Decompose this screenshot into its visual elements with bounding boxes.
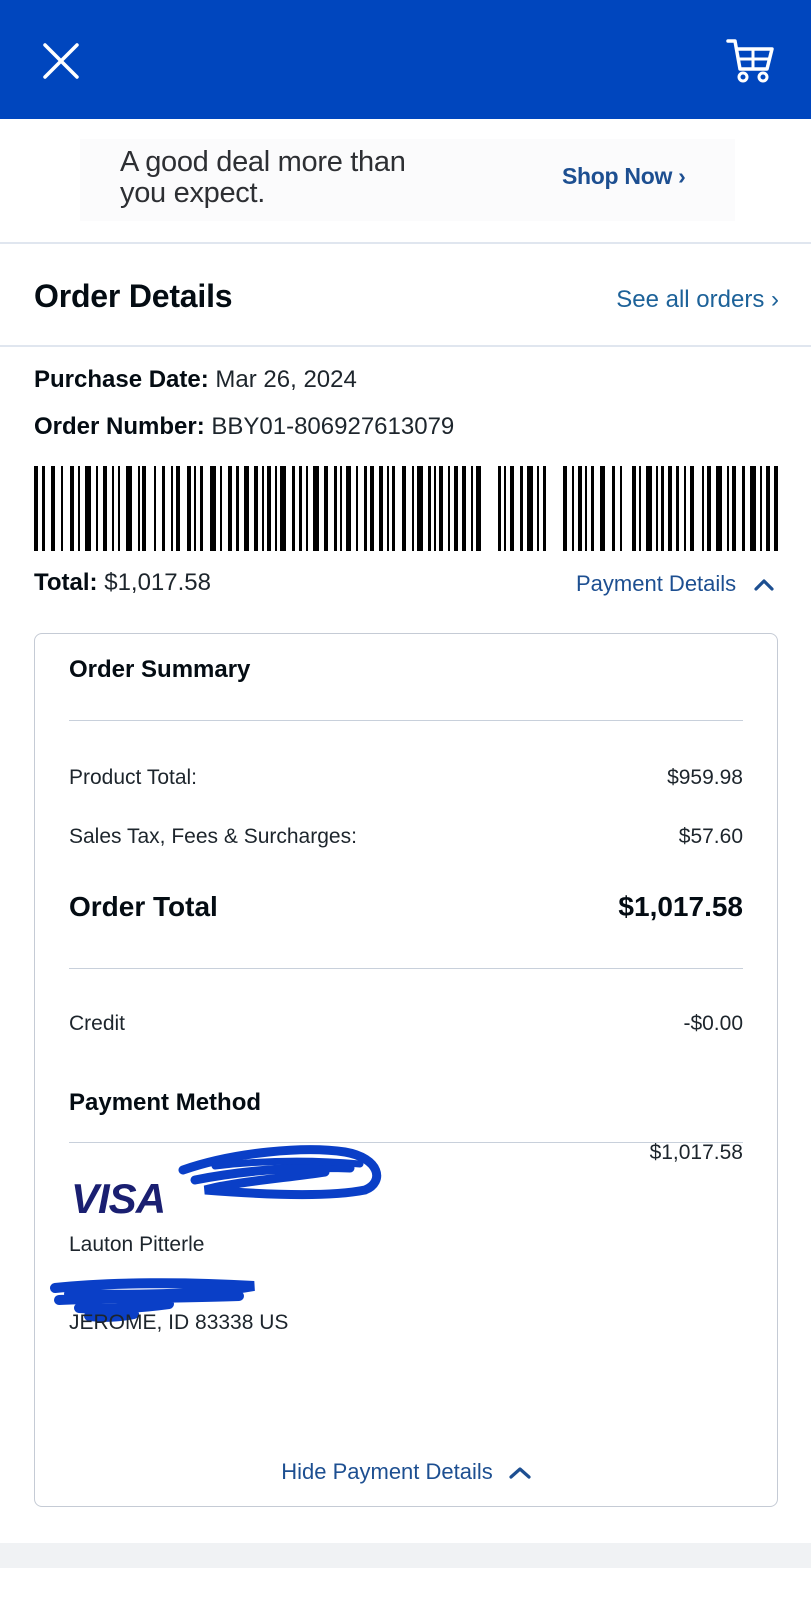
purchase-date-label: Purchase Date:: [34, 366, 209, 393]
cardholder-name: Lauton Pitterle: [69, 1233, 205, 1256]
visa-logo: VISA: [71, 1175, 166, 1222]
payment-method-title: Payment Method: [69, 1089, 262, 1116]
divider: [69, 720, 743, 721]
address-city-line: JEROME, ID 83338 US: [69, 1311, 289, 1334]
close-icon: [43, 43, 79, 79]
chevron-up-icon: [509, 1467, 531, 1479]
promo-banner: A good deal more than you expect. Shop N…: [0, 119, 811, 244]
shop-now-link[interactable]: Shop Now ›: [562, 163, 686, 190]
payment-amount: $1,017.58: [649, 1141, 743, 1164]
hide-payment-details-label: Hide Payment Details: [281, 1459, 493, 1484]
total-value: $1,017.58: [104, 569, 211, 596]
page-title: Order Details: [34, 278, 233, 314]
order-total-label: Order Total: [69, 891, 218, 922]
card-number-redaction: [178, 1145, 382, 1200]
sales-tax-label: Sales Tax, Fees & Surcharges:: [69, 825, 357, 848]
promo-ad[interactable]: A good deal more than you expect. Shop N…: [80, 139, 735, 221]
order-number-label: Order Number:: [34, 413, 205, 440]
divider: [69, 1142, 743, 1143]
close-button[interactable]: [38, 38, 84, 84]
credit-value: -$0.00: [683, 1012, 743, 1035]
cart-button[interactable]: [722, 34, 778, 86]
payment-details-label: Payment Details: [576, 571, 737, 596]
order-number-value: BBY01-806927613079: [211, 413, 455, 440]
order-summary-title: Order Summary: [69, 656, 251, 683]
product-total-value: $959.98: [667, 766, 743, 789]
payment-details-card: Order Summary Product Total: $959.98 Sal…: [34, 633, 778, 1507]
order-details-header: Order Details See all orders ›: [0, 244, 811, 347]
order-total-line: Total: $1,017.58: [34, 569, 211, 597]
purchase-date-value: Mar 26, 2024: [215, 366, 357, 393]
credit-label: Credit: [69, 1012, 126, 1035]
bottom-strip: [0, 1543, 811, 1568]
promo-text: A good deal more than you expect.: [120, 146, 406, 209]
order-total-value: $1,017.58: [618, 891, 743, 922]
cart-icon: [726, 39, 774, 83]
top-bar: [0, 0, 811, 119]
order-barcode: [34, 466, 778, 551]
total-label: Total:: [34, 569, 98, 596]
hide-payment-details-button[interactable]: Hide Payment Details: [35, 1459, 777, 1485]
see-all-orders-link[interactable]: See all orders ›: [616, 286, 779, 314]
sales-tax-value: $57.60: [678, 825, 743, 848]
purchase-date: Purchase Date: Mar 26, 2024: [34, 366, 357, 394]
chevron-up-icon: [754, 579, 774, 591]
order-number: Order Number: BBY01-806927613079: [34, 413, 454, 441]
divider: [69, 968, 743, 969]
product-total-label: Product Total:: [69, 766, 198, 789]
payment-details-toggle[interactable]: Payment Details: [576, 571, 774, 597]
